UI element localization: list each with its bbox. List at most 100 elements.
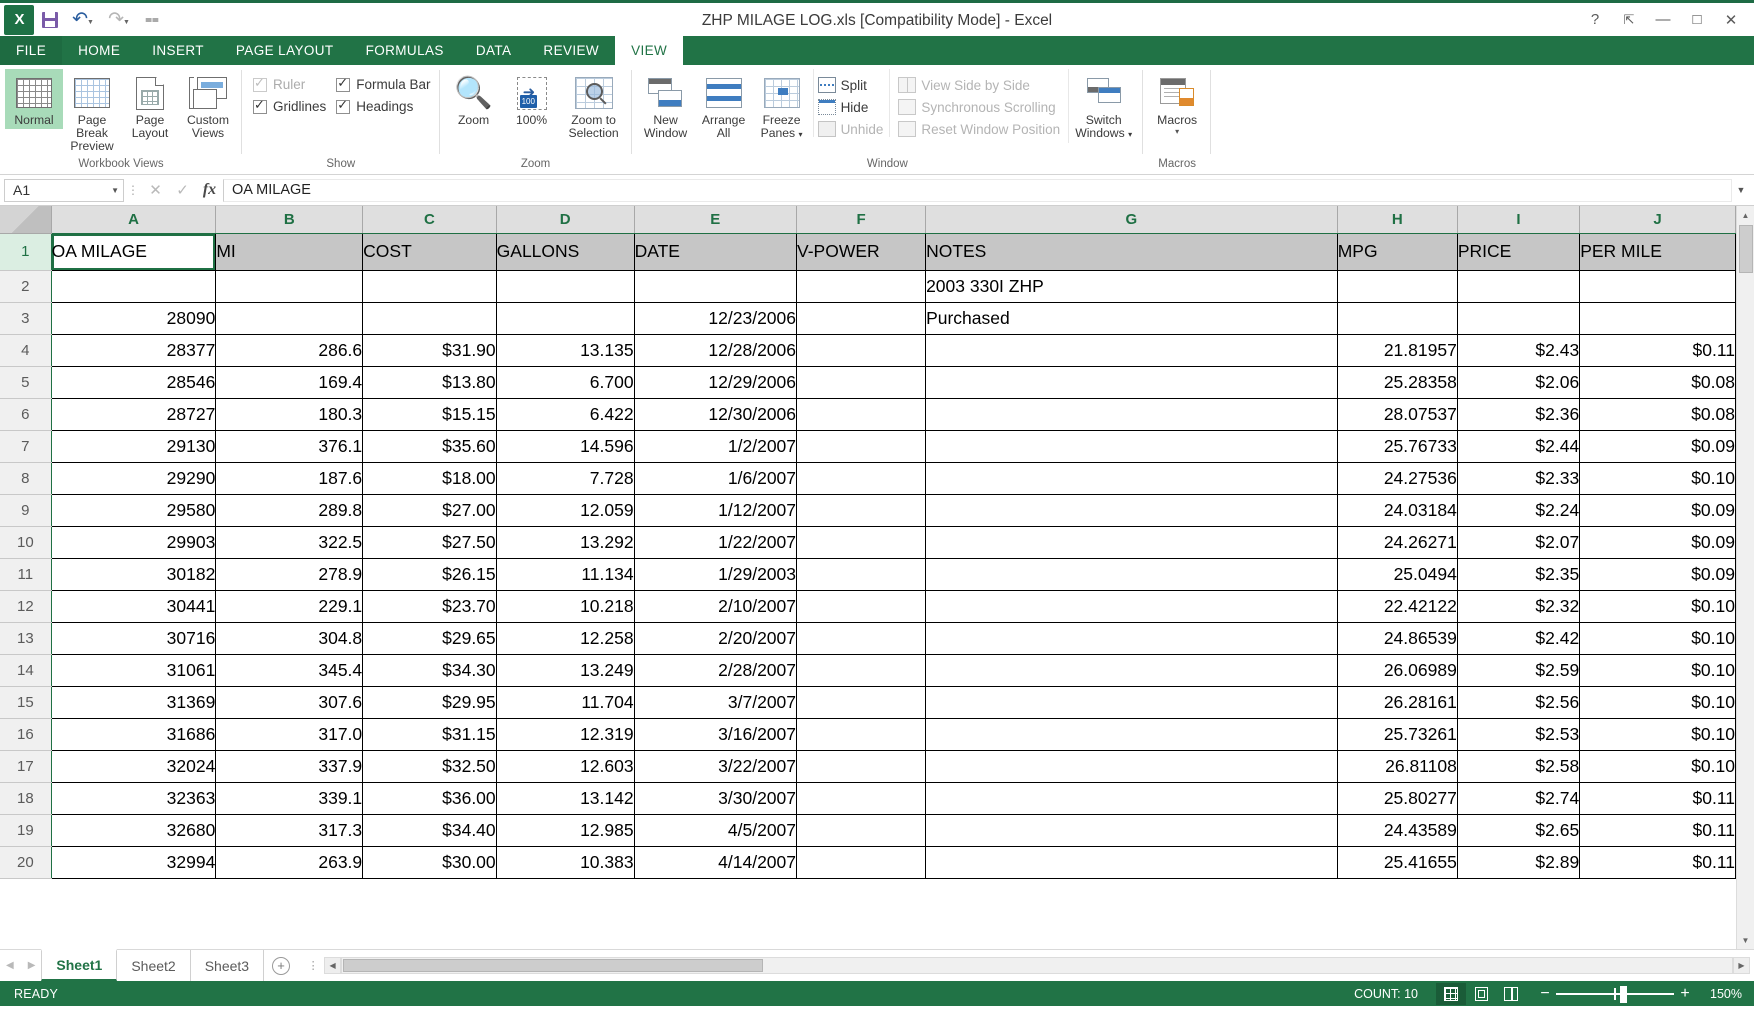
- cell-E3[interactable]: 12/23/2006: [634, 302, 798, 335]
- cell-F3[interactable]: [796, 302, 927, 335]
- help-button[interactable]: ?: [1578, 5, 1612, 35]
- formula-input[interactable]: OA MILAGE: [223, 178, 1732, 202]
- column-header-i[interactable]: I: [1457, 206, 1581, 234]
- cell-I14[interactable]: $2.59: [1457, 654, 1581, 687]
- cell-A9[interactable]: 29580: [51, 494, 217, 527]
- cell-G20[interactable]: [925, 846, 1338, 879]
- cell-A7[interactable]: 29130: [51, 430, 217, 463]
- cell-I8[interactable]: $2.33: [1457, 462, 1581, 495]
- column-header-f[interactable]: F: [796, 206, 927, 234]
- cell-G3[interactable]: Purchased: [925, 302, 1338, 335]
- cell-J20[interactable]: $0.11: [1579, 846, 1736, 879]
- cell-B6[interactable]: 180.3: [215, 398, 364, 431]
- cell-C20[interactable]: $30.00: [362, 846, 497, 879]
- cell-G8[interactable]: [925, 462, 1338, 495]
- cell-D3[interactable]: [496, 302, 635, 335]
- cell-C18[interactable]: $36.00: [362, 782, 497, 815]
- cell-H3[interactable]: [1337, 302, 1458, 335]
- cell-D11[interactable]: 11.134: [496, 558, 635, 591]
- sheet-tab-sheet2[interactable]: Sheet2: [117, 950, 191, 981]
- row-header-5[interactable]: 5: [0, 366, 52, 399]
- scroll-down-button[interactable]: ▼: [1736, 931, 1754, 949]
- cell-E11[interactable]: 1/29/2003: [634, 558, 798, 591]
- cell-B10[interactable]: 322.5: [215, 526, 364, 559]
- cell-G11[interactable]: [925, 558, 1338, 591]
- cell-J3[interactable]: [1579, 302, 1736, 335]
- cell-A8[interactable]: 29290: [51, 462, 217, 495]
- zoom-100-button[interactable]: ➜ 100 100%: [503, 69, 561, 129]
- row-header-13[interactable]: 13: [0, 622, 52, 655]
- zoom-to-selection-button[interactable]: Zoom to Selection: [561, 69, 627, 142]
- new-window-button[interactable]: New Window: [637, 69, 695, 142]
- cell-I11[interactable]: $2.35: [1457, 558, 1581, 591]
- cell-E6[interactable]: 12/30/2006: [634, 398, 798, 431]
- cell-F8[interactable]: [796, 462, 927, 495]
- cell-B11[interactable]: 278.9: [215, 558, 364, 591]
- row-header-6[interactable]: 6: [0, 398, 52, 431]
- cell-F18[interactable]: [796, 782, 927, 815]
- cell-A19[interactable]: 32680: [51, 814, 217, 847]
- cell-A16[interactable]: 31686: [51, 718, 217, 751]
- tab-review[interactable]: REVIEW: [527, 36, 615, 65]
- restore-button[interactable]: □: [1680, 5, 1714, 35]
- cell-C4[interactable]: $31.90: [362, 334, 497, 367]
- cell-D20[interactable]: 10.383: [496, 846, 635, 879]
- hide-window-button[interactable]: Hide: [817, 99, 884, 115]
- cell-H18[interactable]: 25.80277: [1337, 782, 1458, 815]
- cell-G6[interactable]: [925, 398, 1338, 431]
- row-header-1[interactable]: 1: [0, 233, 52, 271]
- tab-view[interactable]: VIEW: [615, 36, 684, 65]
- cell-B4[interactable]: 286.6: [215, 334, 364, 367]
- zoom-out-button[interactable]: −: [1534, 985, 1556, 1003]
- ruler-checkbox[interactable]: [253, 75, 267, 92]
- column-header-a[interactable]: A: [51, 206, 217, 234]
- cell-H7[interactable]: 25.76733: [1337, 430, 1458, 463]
- cell-D10[interactable]: 13.292: [496, 526, 635, 559]
- formula-bar-checkbox-row[interactable]: Formula Bar: [336, 75, 431, 92]
- cell-C14[interactable]: $34.30: [362, 654, 497, 687]
- status-page-break-button[interactable]: [1496, 983, 1526, 1005]
- cell-H17[interactable]: 26.81108: [1337, 750, 1458, 783]
- cell-H13[interactable]: 24.86539: [1337, 622, 1458, 655]
- cell-G19[interactable]: [925, 814, 1338, 847]
- cell-H15[interactable]: 26.28161: [1337, 686, 1458, 719]
- cell-D13[interactable]: 12.258: [496, 622, 635, 655]
- cell-J17[interactable]: $0.10: [1579, 750, 1736, 783]
- cell-E8[interactable]: 1/6/2007: [634, 462, 798, 495]
- cell-I5[interactable]: $2.06: [1457, 366, 1581, 399]
- row-header-17[interactable]: 17: [0, 750, 52, 783]
- cell-E16[interactable]: 3/16/2007: [634, 718, 798, 751]
- cell-J9[interactable]: $0.09: [1579, 494, 1736, 527]
- cell-B18[interactable]: 339.1: [215, 782, 364, 815]
- row-header-4[interactable]: 4: [0, 334, 52, 367]
- cell-C10[interactable]: $27.50: [362, 526, 497, 559]
- cell-B15[interactable]: 307.6: [215, 686, 364, 719]
- cell-B14[interactable]: 345.4: [215, 654, 364, 687]
- cell-E19[interactable]: 4/5/2007: [634, 814, 798, 847]
- insert-function-button[interactable]: fx: [196, 178, 223, 202]
- cell-J14[interactable]: $0.10: [1579, 654, 1736, 687]
- cell-I4[interactable]: $2.43: [1457, 334, 1581, 367]
- cell-D8[interactable]: 7.728: [496, 462, 635, 495]
- cell-E10[interactable]: 1/22/2007: [634, 526, 798, 559]
- cell-F19[interactable]: [796, 814, 927, 847]
- cell-B7[interactable]: 376.1: [215, 430, 364, 463]
- gridlines-checkbox-row[interactable]: Gridlines: [253, 97, 326, 114]
- cell-C2[interactable]: [362, 270, 497, 303]
- cell-B2[interactable]: [215, 270, 364, 303]
- cell-F15[interactable]: [796, 686, 927, 719]
- horizontal-scrollbar-thumb[interactable]: [343, 959, 764, 972]
- cell-I19[interactable]: $2.65: [1457, 814, 1581, 847]
- cell-F5[interactable]: [796, 366, 927, 399]
- cell-D6[interactable]: 6.422: [496, 398, 635, 431]
- cell-J16[interactable]: $0.10: [1579, 718, 1736, 751]
- cell-G13[interactable]: [925, 622, 1338, 655]
- cell-G12[interactable]: [925, 590, 1338, 623]
- cell-J19[interactable]: $0.11: [1579, 814, 1736, 847]
- cell-C7[interactable]: $35.60: [362, 430, 497, 463]
- cell-J11[interactable]: $0.09: [1579, 558, 1736, 591]
- normal-view-button[interactable]: Normal: [5, 69, 63, 129]
- cell-I2[interactable]: [1457, 270, 1581, 303]
- cell-H14[interactable]: 26.06989: [1337, 654, 1458, 687]
- row-header-20[interactable]: 20: [0, 846, 52, 879]
